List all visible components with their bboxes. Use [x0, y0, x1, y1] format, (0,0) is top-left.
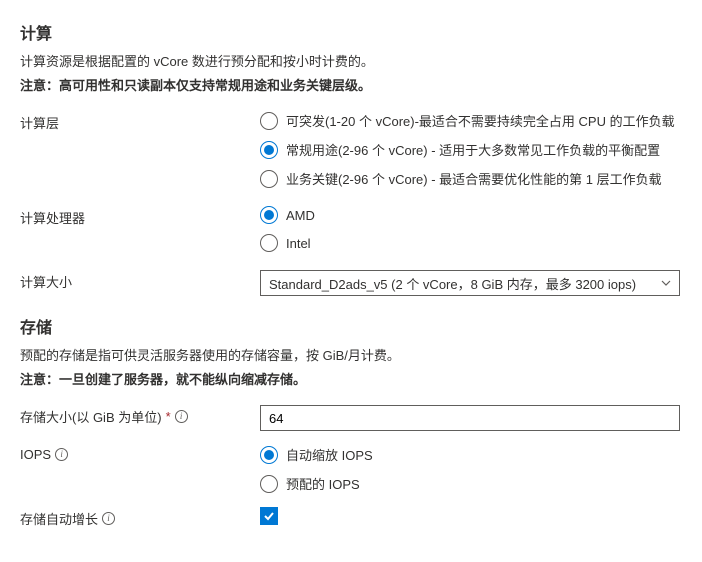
- storage-size-input[interactable]: [260, 405, 680, 431]
- compute-tier-burstable[interactable]: 可突发(1-20 个 vCore)-最适合不需要持续完全占用 CPU 的工作负载: [260, 111, 680, 130]
- storage-note: 注意：一旦创建了服务器，就不能纵向缩减存储。: [20, 370, 682, 390]
- storage-autogrow-label: 存储自动增长: [20, 507, 260, 528]
- compute-processor-radio-group: AMD Intel: [260, 206, 680, 252]
- storage-size-label: 存储大小(以 GiB 为单位) *: [20, 405, 260, 426]
- radio-icon: [260, 206, 278, 224]
- compute-processor-intel-label: Intel: [286, 236, 311, 251]
- compute-processor-amd[interactable]: AMD: [260, 206, 680, 224]
- compute-tier-general[interactable]: 常规用途(2-96 个 vCore) - 适用于大多数常见工作负载的平衡配置: [260, 140, 680, 159]
- iops-auto-label: 自动缩放 IOPS: [286, 445, 373, 464]
- required-star-icon: *: [166, 409, 171, 424]
- radio-icon: [260, 170, 278, 188]
- radio-icon: [260, 112, 278, 130]
- compute-size-label-text: 计算大小: [20, 272, 72, 291]
- iops-label: IOPS: [20, 445, 260, 462]
- info-icon[interactable]: [55, 448, 68, 461]
- info-icon[interactable]: [175, 410, 188, 423]
- storage-note-label: 注意：: [20, 372, 59, 387]
- compute-processor-amd-label: AMD: [286, 208, 315, 223]
- radio-icon: [260, 475, 278, 493]
- compute-tier-label-text: 计算层: [20, 113, 59, 132]
- compute-size-label: 计算大小: [20, 270, 260, 291]
- compute-tier-label: 计算层: [20, 111, 260, 132]
- iops-label-text: IOPS: [20, 447, 51, 462]
- compute-processor-label-text: 计算处理器: [20, 208, 85, 227]
- storage-size-label-text: 存储大小(以 GiB 为单位): [20, 407, 162, 426]
- compute-tier-general-label: 常规用途(2-96 个 vCore) - 适用于大多数常见工作负载的平衡配置: [286, 140, 660, 159]
- info-icon[interactable]: [102, 512, 115, 525]
- radio-icon: [260, 141, 278, 159]
- iops-provisioned[interactable]: 预配的 IOPS: [260, 474, 680, 493]
- compute-size-value: Standard_D2ads_v5 (2 个 vCore，8 GiB 内存，最多…: [269, 274, 636, 293]
- iops-provisioned-label: 预配的 IOPS: [286, 474, 360, 493]
- iops-radio-group: 自动缩放 IOPS 预配的 IOPS: [260, 445, 680, 493]
- compute-processor-intel[interactable]: Intel: [260, 234, 680, 252]
- radio-icon: [260, 234, 278, 252]
- compute-tier-burstable-label: 可突发(1-20 个 vCore)-最适合不需要持续完全占用 CPU 的工作负载: [286, 111, 675, 130]
- storage-autogrow-checkbox[interactable]: [260, 507, 278, 525]
- storage-section-title: 存储: [20, 314, 682, 338]
- compute-desc: 计算资源是根据配置的 vCore 数进行预分配和按小时计费的。: [20, 52, 682, 72]
- compute-size-dropdown[interactable]: Standard_D2ads_v5 (2 个 vCore，8 GiB 内存，最多…: [260, 270, 680, 296]
- compute-processor-label: 计算处理器: [20, 206, 260, 227]
- compute-note: 注意：高可用性和只读副本仅支持常规用途和业务关键层级。: [20, 76, 682, 96]
- storage-note-text: 一旦创建了服务器，就不能纵向缩减存储。: [59, 372, 306, 387]
- chevron-down-icon: [661, 278, 671, 288]
- compute-tier-radio-group: 可突发(1-20 个 vCore)-最适合不需要持续完全占用 CPU 的工作负载…: [260, 111, 680, 188]
- compute-tier-business-label: 业务关键(2-96 个 vCore) - 最适合需要优化性能的第 1 层工作负载: [286, 169, 662, 188]
- storage-autogrow-label-text: 存储自动增长: [20, 509, 98, 528]
- storage-desc: 预配的存储是指可供灵活服务器使用的存储容量，按 GiB/月计费。: [20, 346, 682, 366]
- compute-note-label: 注意：: [20, 78, 59, 93]
- compute-section-title: 计算: [20, 20, 682, 44]
- iops-auto[interactable]: 自动缩放 IOPS: [260, 445, 680, 464]
- radio-icon: [260, 446, 278, 464]
- compute-note-text: 高可用性和只读副本仅支持常规用途和业务关键层级。: [59, 78, 371, 93]
- compute-tier-business[interactable]: 业务关键(2-96 个 vCore) - 最适合需要优化性能的第 1 层工作负载: [260, 169, 680, 188]
